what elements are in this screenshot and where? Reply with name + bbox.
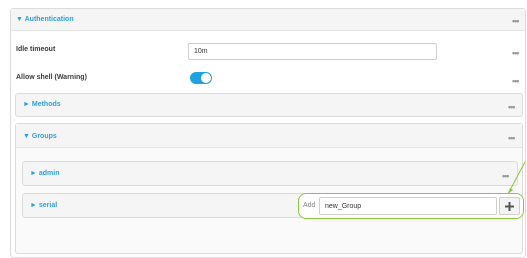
add-group-label: Add (303, 202, 316, 209)
group-item-admin-label[interactable]: ► admin (30, 170, 60, 177)
add-group-input[interactable]: new_Group (319, 197, 497, 215)
group-item-serial-label[interactable]: ► serial (30, 202, 57, 209)
groups-header[interactable] (16, 124, 522, 148)
idle-timeout-input[interactable]: 10m (188, 43, 437, 60)
groups-menu-icon[interactable]: ••• (508, 134, 516, 143)
authentication-menu-icon[interactable]: ••• (512, 17, 520, 26)
allow-shell-menu-icon[interactable]: ••• (512, 77, 520, 86)
toggle-knob (201, 73, 211, 83)
add-group-button[interactable] (499, 197, 520, 215)
idle-timeout-menu-icon[interactable]: ••• (512, 49, 520, 58)
methods-title[interactable]: ► Methods (23, 101, 61, 108)
groups-title[interactable]: ▼ Groups (23, 133, 57, 140)
allow-shell-toggle[interactable] (190, 72, 212, 84)
allow-shell-label: Allow shell (Warning) (16, 74, 87, 81)
authentication-header[interactable] (11, 9, 525, 31)
methods-menu-icon[interactable]: ••• (508, 103, 516, 112)
authentication-title[interactable]: ▼ Authentication (16, 16, 74, 23)
group-item-admin[interactable] (22, 161, 518, 186)
plus-icon (505, 201, 514, 211)
methods-panel[interactable] (15, 93, 523, 117)
idle-timeout-label: Idle timeout (16, 46, 56, 53)
